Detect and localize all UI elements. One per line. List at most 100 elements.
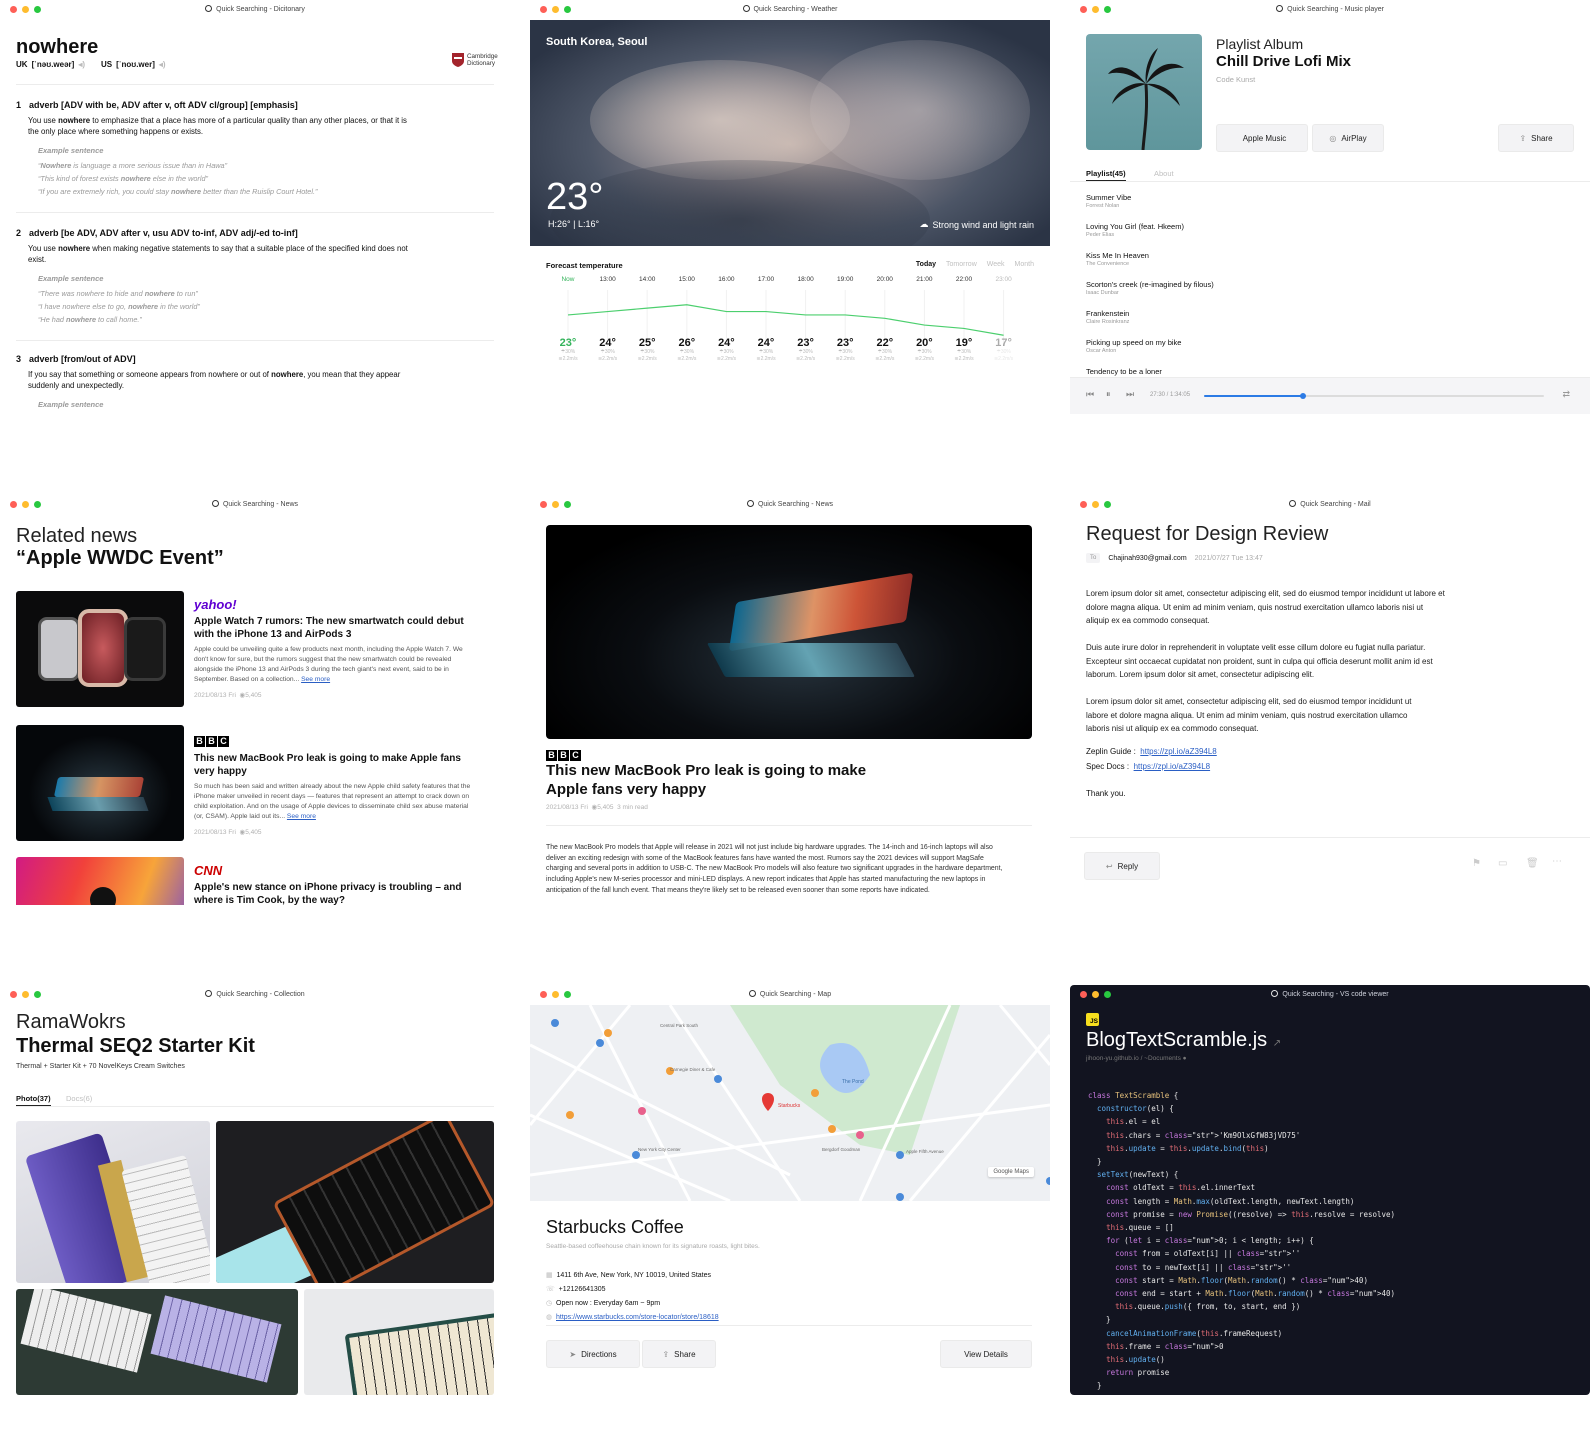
news-list-window: Quick Searching - News Related news “App…	[0, 495, 510, 905]
tab-tomorrow[interactable]: Tomorrow	[946, 261, 977, 268]
forecast-hour: 15:00 26° ☂30% ≋2.2m/s	[669, 276, 705, 363]
tab-today[interactable]: Today	[916, 261, 936, 268]
news-title[interactable]: Apple's new stance on iPhone privacy is …	[194, 882, 476, 905]
track-item[interactable]: Scorton's creek (re-imagined by filous) I…	[1086, 280, 1214, 296]
directions-button[interactable]: ➤ Directions	[546, 1340, 640, 1368]
news-title[interactable]: This new MacBook Pro leak is going to ma…	[194, 753, 476, 778]
external-link-icon[interactable]: ↗	[1273, 1038, 1281, 1049]
track-item[interactable]: Tendency to be a loner	[1086, 367, 1162, 376]
sense-head: adverb [ADV with be, ADV after v, oft AD…	[29, 100, 298, 110]
forecast-time: 16:00	[718, 276, 735, 283]
progress-track[interactable]	[1204, 393, 1544, 399]
search-icon	[748, 990, 756, 997]
speaker-icon[interactable]: ◂)	[159, 60, 166, 69]
news-title[interactable]: Apple Watch 7 rumors: The new smartwatch…	[194, 616, 476, 641]
tab-playlist[interactable]: Playlist(45)	[1086, 169, 1126, 181]
file-path: jihoon-yu.github.io / ~Documents ●	[1086, 1055, 1187, 1062]
title-bar: Quick Searching - Dicitonary	[0, 0, 510, 20]
trash-icon[interactable]: 🗑	[1526, 858, 1539, 869]
repeat-icon[interactable]: ⇄	[1562, 389, 1570, 400]
more-icon[interactable]: ⋯	[1552, 856, 1562, 867]
sense-head: adverb [from/out of ADV]	[29, 354, 136, 364]
photo-tile[interactable]	[16, 1289, 298, 1395]
zeplin-link[interactable]: https://zpl.io/aZ394L8	[1140, 747, 1217, 756]
code-line: return promise	[1106, 1368, 1170, 1378]
photo-tile[interactable]	[304, 1289, 494, 1395]
website-link[interactable]: https://www.starbucks.com/store-locator/…	[556, 1314, 719, 1321]
code-line: const end = start + Math.floor(Math.rand…	[1115, 1289, 1396, 1299]
spec-row: Spec Docs : https://zpl.io/aZ394L8	[1086, 762, 1210, 771]
photo-tile[interactable]	[216, 1121, 494, 1283]
track-artist: Oscar Anton	[1086, 348, 1117, 354]
track-title: Loving You Girl (feat. Hkeem)	[1086, 222, 1184, 231]
forecast-hour: 23:00 17° ☂30% ≋2.2m/s	[986, 276, 1022, 363]
wind-speed: ≋2.2m/s	[756, 356, 776, 362]
forecast-temp: 23°	[797, 337, 814, 349]
wind-speed: ≋2.2m/s	[597, 356, 618, 362]
tab-docs[interactable]: Docs(6)	[66, 1094, 92, 1103]
flag-icon[interactable]: ⚑	[1472, 858, 1481, 869]
read-time: 3 min read	[617, 804, 648, 811]
code-line: const to = newText[i] || class="str">''	[1115, 1262, 1292, 1272]
tab-about[interactable]: About	[1154, 169, 1174, 178]
high-low: H:26° | L:16°	[548, 219, 600, 229]
place-details: ▦ 1411 6th Ave, New York, NY 10019, Unit…	[546, 1269, 719, 1325]
globe-icon: ◍	[546, 1314, 553, 1321]
next-icon[interactable]: ⏭	[1126, 389, 1134, 400]
forecast-hour: 21:00 20° ☂30% ≋2.2m/s	[906, 276, 942, 363]
code-line: this.queue.push({ from, to, start, end }…	[1115, 1302, 1301, 1312]
tab-week[interactable]: Week	[987, 261, 1005, 268]
tab-month[interactable]: Month	[1015, 261, 1034, 268]
progress-fill	[1204, 395, 1303, 397]
example-title: Example sentence	[38, 146, 104, 155]
track-item[interactable]: Frankenstein Claire Rosinkranz	[1086, 309, 1129, 325]
reply-button[interactable]: ↩ Reply	[1084, 852, 1160, 880]
track-item[interactable]: Summer Vibe Forrest Nolan	[1086, 193, 1131, 209]
news-meta: 2021/08/13 Fri ◉5,405	[194, 691, 476, 699]
track-item[interactable]: Picking up speed on my bike Oscar Anton	[1086, 338, 1181, 354]
code-line: cancelAnimationFrame(this.frameRequest)	[1106, 1328, 1283, 1338]
sense-2: 2 adverb [be ADV, ADV after v, usu ADV to…	[16, 228, 416, 326]
search-icon	[742, 5, 750, 12]
view-details-button[interactable]: View Details	[940, 1340, 1032, 1368]
search-icon	[1271, 990, 1279, 997]
example-sentence: “There was nowhere to hide and nowhere t…	[38, 289, 198, 298]
forecast-temp: 17°	[995, 337, 1012, 349]
place-name: Starbucks Coffee	[546, 1217, 684, 1237]
pause-icon[interactable]: ⏸	[1106, 389, 1111, 400]
file-name-text: BlogTextScramble.js	[1086, 1029, 1268, 1051]
share-button[interactable]: ⇪ Share	[642, 1340, 716, 1368]
google-maps-badge: Google Maps	[988, 1167, 1034, 1177]
news-item[interactable]: CNN Apple's new stance on iPhone privacy…	[16, 857, 476, 905]
track-item[interactable]: Loving You Girl (feat. Hkeem) Peder Elias	[1086, 222, 1184, 238]
rain-chance: ☂30%	[798, 349, 813, 355]
recipient[interactable]: Chajinah930@gmail.com	[1108, 555, 1186, 562]
map-view[interactable]: Starbucks Carnegie Diner & Cafe Central …	[530, 1005, 1050, 1201]
button-label: Reply	[1117, 861, 1139, 871]
code-line: this.queue = []	[1106, 1223, 1174, 1233]
share-button[interactable]: ⇪ Share	[1498, 124, 1574, 152]
previous-icon[interactable]: ⏮	[1086, 389, 1094, 400]
see-more-link[interactable]: See more	[287, 813, 316, 820]
map-window: Quick Searching - Map Starbucks Carnegie…	[530, 985, 1050, 1395]
rain-chance: ☂30%	[956, 349, 972, 355]
archive-icon[interactable]: ▭	[1498, 858, 1507, 869]
spec-link[interactable]: https://zpl.io/aZ394L8	[1134, 762, 1211, 771]
speaker-icon[interactable]: ◂)	[78, 60, 85, 69]
photo-tile[interactable]	[16, 1121, 210, 1283]
news-item[interactable]: yahoo! Apple Watch 7 rumors: The new sma…	[16, 591, 476, 707]
example-sentence: “I have nowhere else to go, nowhere in t…	[38, 302, 200, 311]
wind-speed: ≋2.2m/s	[716, 356, 736, 362]
phone[interactable]: +12126641305	[559, 1286, 606, 1293]
track-item[interactable]: Kiss Me In Heaven The Convenience	[1086, 251, 1149, 267]
forecast-temp: 22°	[876, 337, 894, 349]
tab-photo[interactable]: Photo(37)	[16, 1094, 51, 1106]
apple-music-button[interactable]: Apple Music	[1216, 124, 1308, 152]
forecast-time: 13:00	[599, 276, 616, 283]
news-item[interactable]: BBC This new MacBook Pro leak is going t…	[16, 725, 476, 841]
code-window: Quick Searching - VS code viewer JS Blog…	[1070, 985, 1590, 1395]
see-more-link[interactable]: See more	[301, 676, 330, 683]
file-path-text: jihoon-yu.github.io / ~Documents	[1086, 1055, 1181, 1062]
airplay-button[interactable]: ◎ AirPlay	[1312, 124, 1384, 152]
progress-knob[interactable]	[1299, 393, 1306, 399]
